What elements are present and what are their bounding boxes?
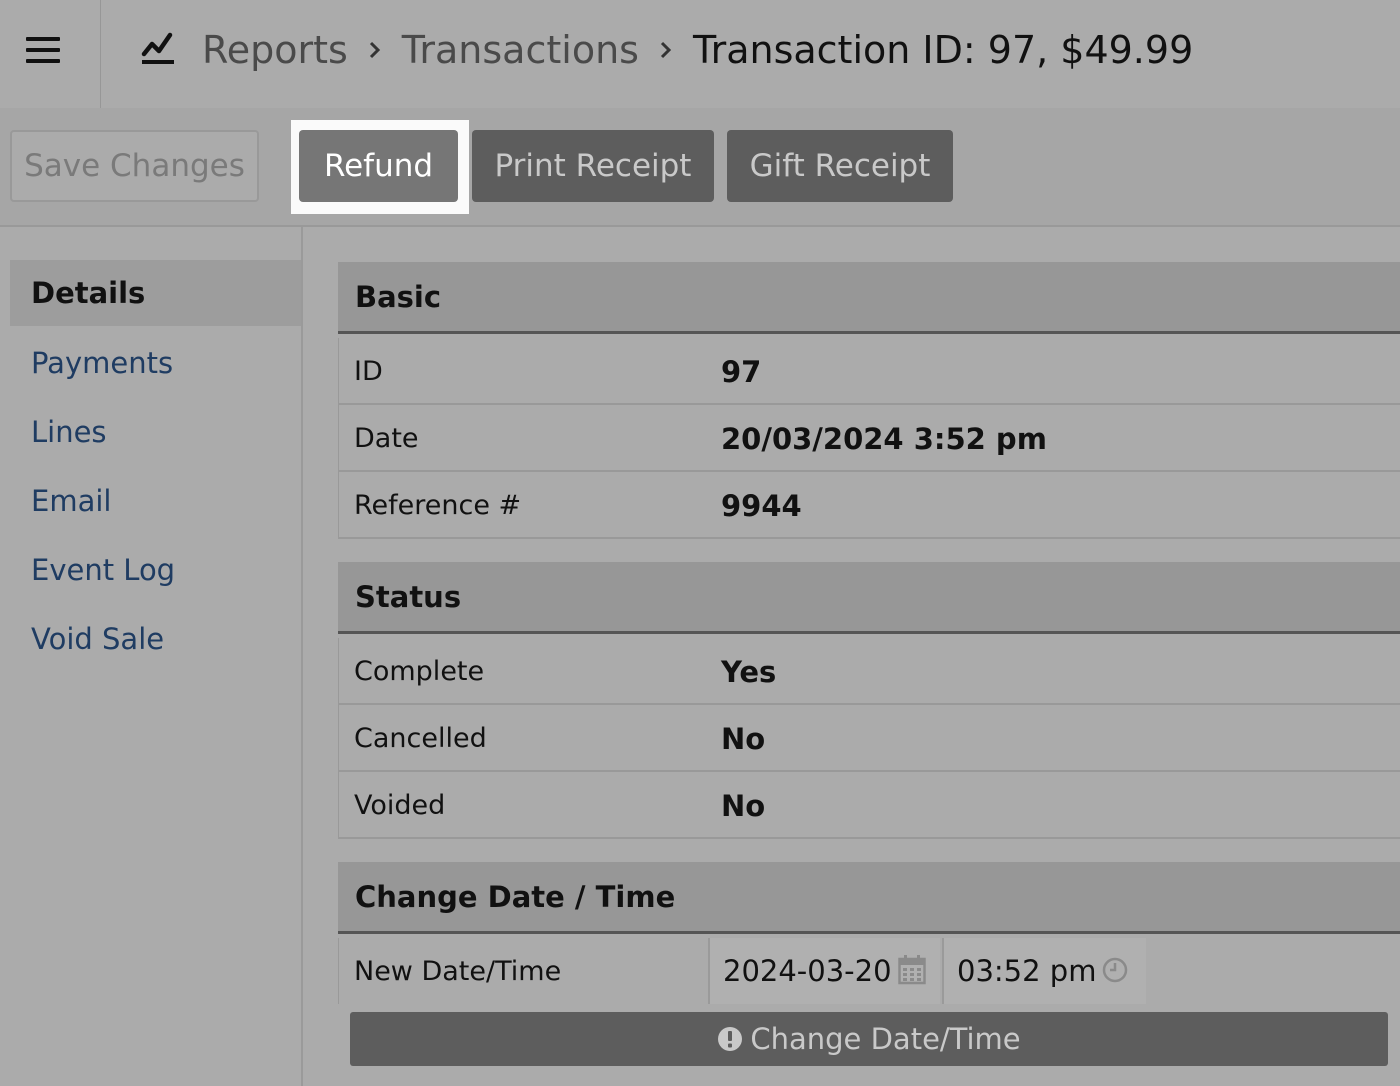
date-input[interactable]: 2024-03-20 [708,938,940,1004]
complete-value: Yes [721,654,777,689]
action-toolbar: Save Changes Refund Print Receipt Gift R… [0,108,1400,227]
sidebar-item-void-sale[interactable]: Void Sale [10,606,301,672]
table-row: Date 20/03/2024 3:52 pm [338,405,1400,472]
change-datetime-button[interactable]: Change Date/Time [350,1012,1388,1066]
gift-receipt-button[interactable]: Gift Receipt [727,130,953,202]
cancelled-label: Cancelled [354,723,487,754]
sidebar-item-email[interactable]: Email [10,468,301,534]
chevron-right-icon [660,41,672,59]
id-value: 97 [721,354,762,389]
voided-value: No [721,788,766,823]
hamburger-icon-bar [26,59,60,63]
sidebar-nav: Details Payments Lines Email Event Log V… [0,227,303,1086]
chart-line-icon [141,32,174,64]
date-label: Date [354,423,419,454]
date-input-value: 2024-03-20 [723,954,892,988]
exclamation-circle-icon [718,1027,743,1051]
sidebar-item-details[interactable]: Details [10,260,301,326]
hamburger-icon-bar [26,48,60,52]
breadcrumb-reports-link[interactable]: Reports [202,28,348,72]
time-input[interactable]: 03:52 pm [942,938,1146,1004]
status-section-header: Status [338,562,1400,634]
complete-label: Complete [354,656,485,687]
breadcrumb-current-page: Transaction ID: 97, $49.99 [692,28,1194,72]
hamburger-menu-button[interactable] [0,0,101,108]
top-bar: Reports Transactions Transaction ID: 97,… [0,0,1400,109]
id-label: ID [354,356,383,387]
voided-label: Voided [354,790,446,821]
refund-button[interactable]: Refund [299,130,458,202]
breadcrumb-transactions-link[interactable]: Transactions [402,28,639,72]
change-datetime-section-header: Change Date / Time [338,862,1400,934]
reference-value: 9944 [721,488,802,523]
table-row: Reference # 9944 [338,472,1400,539]
sidebar-item-lines[interactable]: Lines [10,399,301,465]
sidebar-item-payments[interactable]: Payments [10,330,301,396]
table-row: Complete Yes [338,638,1400,705]
table-row: Voided No [338,772,1400,839]
time-input-value: 03:52 pm [957,954,1097,988]
basic-section-header: Basic [338,262,1400,334]
cancelled-value: No [721,721,766,756]
new-datetime-label: New Date/Time [354,956,562,987]
change-datetime-button-label: Change Date/Time [750,1022,1021,1056]
save-changes-button[interactable]: Save Changes [10,130,259,202]
sidebar-item-event-log[interactable]: Event Log [10,537,301,603]
print-receipt-button[interactable]: Print Receipt [472,130,714,202]
hamburger-icon [26,37,60,41]
table-row: ID 97 [338,338,1400,405]
reference-label: Reference # [354,490,522,521]
calendar-icon[interactable] [898,955,926,985]
table-row: Cancelled No [338,705,1400,772]
chevron-right-icon [369,41,380,59]
clock-icon[interactable] [1102,957,1128,983]
breadcrumb: Reports Transactions Transaction ID: 97,… [140,0,1193,100]
date-value: 20/03/2024 3:52 pm [721,421,1047,456]
